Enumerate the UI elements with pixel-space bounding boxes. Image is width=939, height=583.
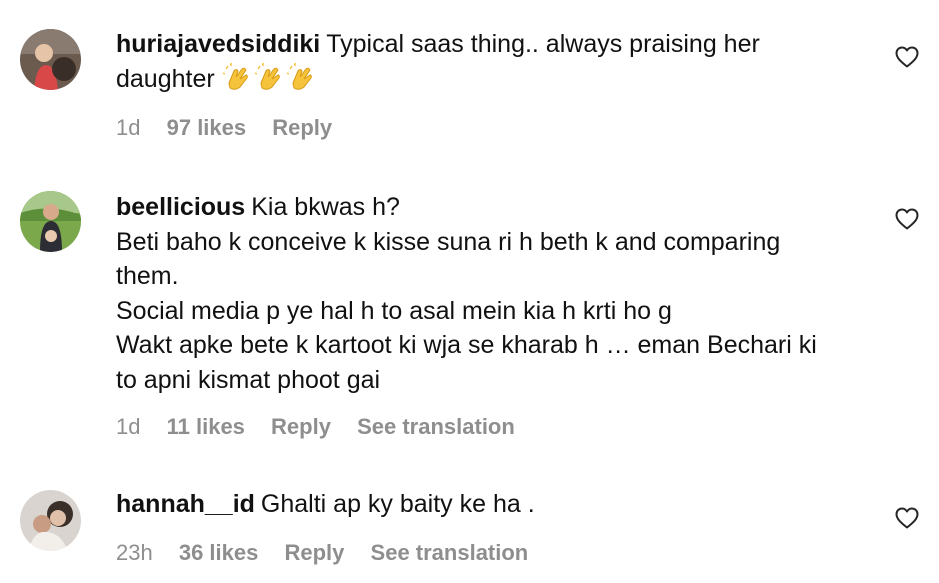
comment-text-line: Typical saas thing.. always praising her	[326, 30, 760, 58]
see-translation-button[interactable]: See translation	[371, 540, 529, 565]
reply-button[interactable]: Reply	[271, 414, 331, 439]
clapping-hands-emoji	[222, 62, 248, 90]
avatar[interactable]	[20, 191, 81, 252]
comment-username[interactable]: beellicious	[116, 193, 245, 221]
comment-item: huriajavedsiddiki Typical saas thing.. al…	[0, 0, 939, 170]
heart-outline-icon[interactable]	[895, 507, 919, 529]
comment-item: hannah__id Ghalti ap ky baity ke ha . 23h…	[0, 470, 939, 583]
comment-text-line: Kia bkwas h?	[251, 193, 400, 221]
avatar[interactable]	[20, 29, 81, 90]
comment-text-line: daughter	[116, 64, 215, 93]
clapping-hands-emoji	[254, 62, 280, 90]
likes-count[interactable]: 11 likes	[167, 414, 245, 439]
heart-outline-icon[interactable]	[895, 46, 919, 68]
likes-count[interactable]: 97 likes	[167, 115, 247, 140]
comment-timestamp: 1d	[116, 115, 141, 140]
comment-username[interactable]: hannah__id	[116, 490, 255, 518]
clapping-hands-emoji	[286, 62, 312, 90]
comment-text-line: Wakt apke bete k kartoot ki wja se khara…	[116, 331, 817, 359]
comment-text-line: to apni kismat phoot gai	[116, 365, 381, 394]
comment-text-line: them.	[116, 262, 179, 290]
comment-timestamp: 23h	[116, 540, 153, 565]
heart-outline-icon[interactable]	[895, 208, 919, 230]
comment-text-line: Social media p ye hal h to asal mein kia…	[116, 296, 672, 325]
avatar[interactable]	[20, 490, 81, 551]
reply-button[interactable]: Reply	[284, 540, 344, 565]
comment-text-line: Ghalti ap ky baity ke ha .	[260, 490, 535, 518]
comment-timestamp: 1d	[116, 414, 141, 439]
likes-count[interactable]: 36 likes	[179, 540, 259, 565]
reply-button[interactable]: Reply	[272, 115, 332, 140]
comment-username[interactable]: huriajavedsiddiki	[116, 30, 320, 58]
comment-text-line: Beti baho k conceive k kisse suna ri h b…	[116, 227, 781, 256]
see-translation-button[interactable]: See translation	[357, 414, 515, 439]
comment-item: beellicious Kia bkwas h? Beti baho k conc…	[0, 170, 939, 470]
